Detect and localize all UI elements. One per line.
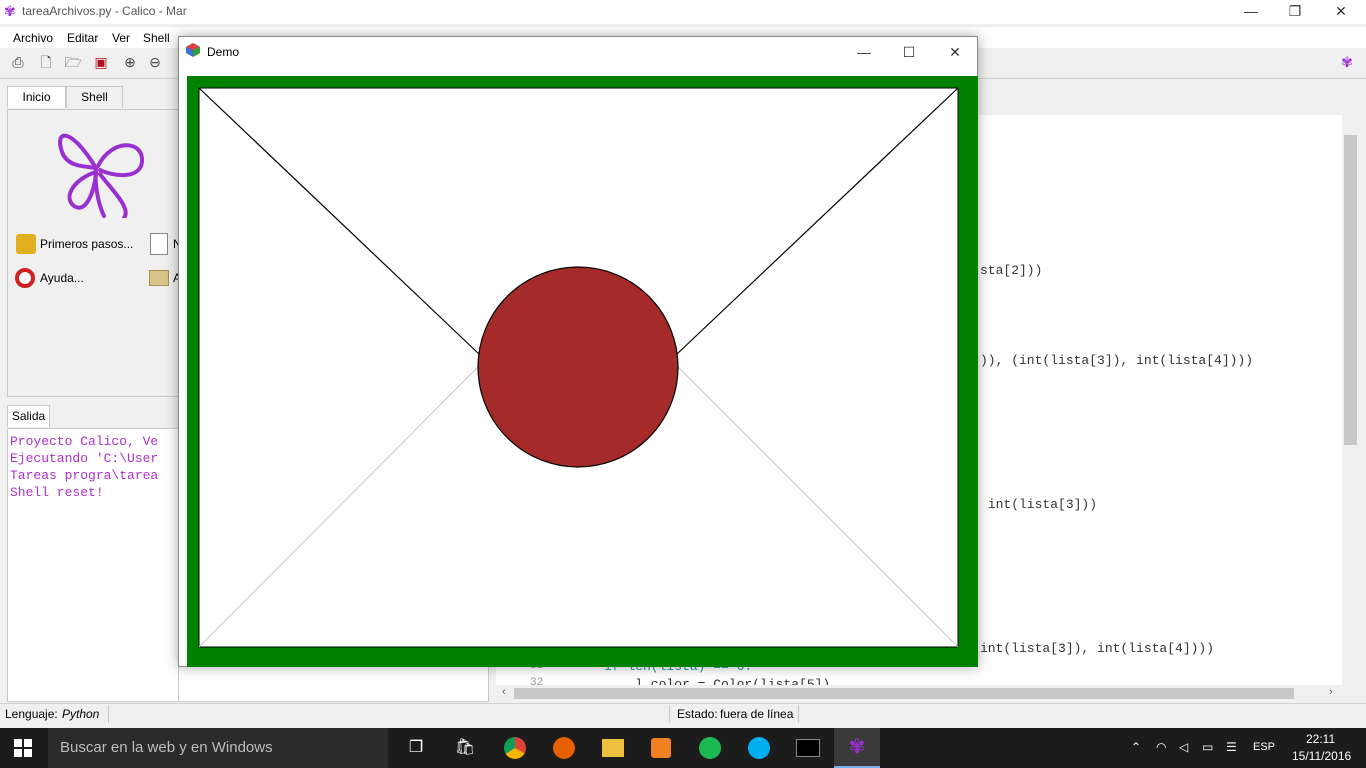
tray-chevron-icon[interactable]: ⌃ bbox=[1131, 740, 1141, 754]
language-label: Lenguaje: bbox=[5, 707, 58, 721]
status-divider bbox=[108, 705, 670, 723]
code-line: sta[2])) bbox=[980, 263, 1043, 278]
state-value: fuera de línea bbox=[720, 707, 794, 721]
restore-button[interactable]: ❐ bbox=[1272, 0, 1318, 24]
scroll-right-icon[interactable]: › bbox=[1329, 686, 1333, 698]
calico-butterfly-icon: ✾ bbox=[1341, 54, 1353, 70]
menu-archivo[interactable]: Archivo bbox=[13, 31, 53, 45]
code-line: )), (int(lista[3]), int(lista[4]))) bbox=[980, 353, 1254, 368]
line-number: 32 bbox=[530, 677, 544, 685]
print-icon[interactable]: ⎙ bbox=[9, 53, 27, 71]
menu-ver[interactable]: Ver bbox=[112, 31, 130, 45]
zoom-in-icon[interactable]: ⊕ bbox=[121, 53, 139, 71]
vertical-scroll-thumb[interactable] bbox=[1344, 135, 1357, 445]
wax-seal-circle bbox=[477, 266, 679, 468]
code-line: int(lista[3]), int(lista[4]))) bbox=[980, 641, 1215, 656]
tab-salida[interactable]: Salida bbox=[7, 405, 50, 427]
new-file-icon bbox=[150, 233, 168, 255]
media-player-icon[interactable] bbox=[651, 738, 671, 758]
volume-icon[interactable]: ◁ bbox=[1179, 740, 1188, 754]
tab-shell[interactable]: Shell bbox=[66, 86, 123, 108]
lock-icon bbox=[16, 234, 36, 254]
output-panel: Proyecto Calico, Ve Ejecutando 'C:\User Ta… bbox=[7, 428, 179, 702]
clock-time[interactable]: 22:11 bbox=[1306, 732, 1335, 746]
demo-minimize-button[interactable]: — bbox=[841, 38, 887, 66]
store-icon[interactable]: 🛍 bbox=[450, 733, 480, 763]
code-line: int(lista[3])) bbox=[980, 497, 1098, 512]
chrome-icon[interactable] bbox=[504, 737, 526, 759]
calico-logo-icon: ✾ bbox=[4, 3, 16, 19]
state-label: Estado: bbox=[677, 707, 718, 721]
minimize-button[interactable]: — bbox=[1228, 0, 1274, 24]
demo-window-title: Demo bbox=[207, 45, 240, 59]
new-file-icon[interactable]: 🗋 bbox=[37, 53, 55, 71]
clock-date[interactable]: 15/11/2016 bbox=[1292, 749, 1351, 763]
main-title-bar: ✾ tareaArchivos.py - Calico - Mar bbox=[0, 0, 1366, 24]
battery-icon[interactable]: ▭ bbox=[1202, 740, 1213, 754]
output-line: Tareas progra\tarea bbox=[10, 468, 159, 483]
scroll-left-icon[interactable]: ‹ bbox=[502, 686, 506, 698]
language-value: Python bbox=[62, 707, 100, 721]
zoom-out-icon[interactable]: ⊖ bbox=[146, 53, 164, 71]
demo-close-button[interactable]: ✕ bbox=[932, 38, 978, 66]
status-divider bbox=[798, 705, 799, 723]
calico-butterfly-logo bbox=[58, 133, 145, 218]
demo-app-icon bbox=[186, 43, 200, 57]
file-explorer-icon[interactable] bbox=[602, 739, 624, 757]
tab-inicio[interactable]: Inicio bbox=[7, 86, 66, 108]
skype-icon[interactable] bbox=[748, 737, 770, 759]
code-line: l.color = Color(lista[5]) bbox=[604, 677, 831, 685]
demo-canvas[interactable] bbox=[187, 76, 978, 667]
language-indicator[interactable]: ESP bbox=[1253, 741, 1275, 753]
demo-maximize-button[interactable]: ☐ bbox=[886, 38, 932, 66]
notifications-icon[interactable]: ☰ bbox=[1226, 740, 1237, 754]
spotify-icon[interactable] bbox=[699, 737, 721, 759]
output-line: Ejecutando 'C:\User bbox=[10, 451, 159, 466]
start-item-primeros-pasos[interactable]: Primeros pasos... bbox=[40, 237, 133, 251]
calico-taskbar-icon: ✾ bbox=[848, 736, 866, 758]
command-prompt-icon[interactable] bbox=[796, 739, 820, 757]
task-view-icon[interactable]: ❐ bbox=[401, 733, 431, 763]
output-line: Proyecto Calico, Ve bbox=[10, 434, 159, 449]
output-line: Shell reset! bbox=[10, 485, 104, 500]
lifebuoy-icon bbox=[15, 268, 35, 288]
horizontal-scroll-thumb[interactable] bbox=[514, 688, 1294, 699]
open-folder-icon[interactable]: 🗁 bbox=[64, 53, 82, 71]
folder-icon bbox=[149, 270, 169, 286]
menu-shell[interactable]: Shell bbox=[143, 31, 170, 45]
save-icon[interactable]: ▣ bbox=[92, 53, 110, 71]
windows-start-icon[interactable] bbox=[14, 739, 32, 757]
start-item-ayuda[interactable]: Ayuda... bbox=[40, 271, 84, 285]
wifi-icon[interactable]: ◠ bbox=[1156, 740, 1166, 754]
calico-taskbar-button[interactable]: ✾ bbox=[834, 728, 880, 768]
close-button[interactable]: ✕ bbox=[1318, 0, 1364, 24]
firefox-icon[interactable] bbox=[553, 737, 575, 759]
menu-editar[interactable]: Editar bbox=[67, 31, 98, 45]
main-window-title: tareaArchivos.py - Calico - Mar bbox=[22, 4, 187, 18]
search-input[interactable]: Buscar en la web y en Windows bbox=[48, 728, 388, 768]
